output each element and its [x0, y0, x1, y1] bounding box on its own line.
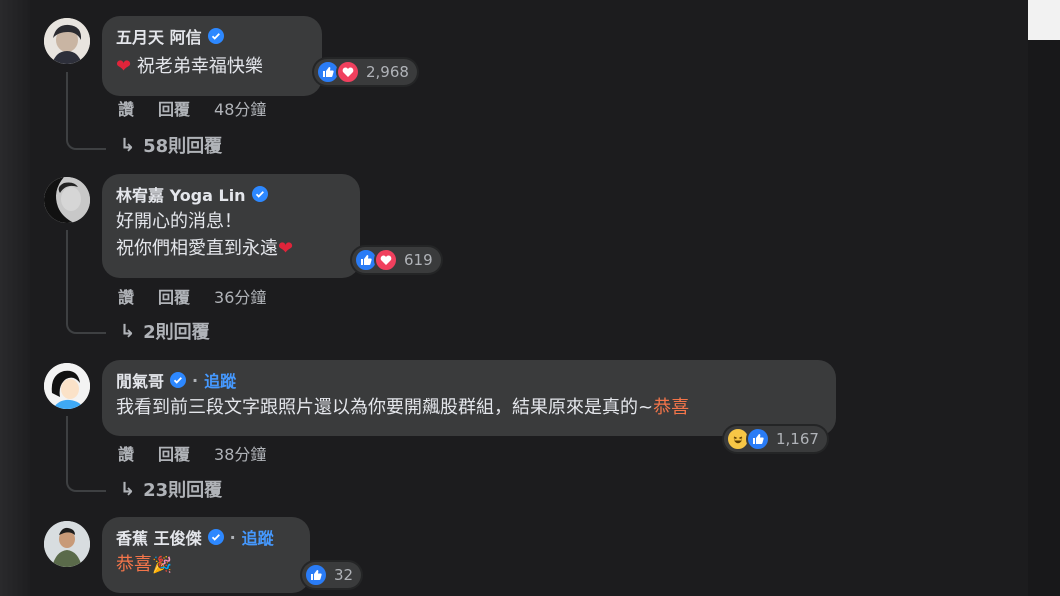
- like-button[interactable]: 讚: [118, 96, 134, 120]
- verified-badge-icon: [251, 186, 268, 202]
- reaction-summary[interactable]: 2,968: [314, 59, 417, 85]
- reaction-count: 1,167: [776, 430, 819, 448]
- reaction-summary[interactable]: 32: [302, 562, 362, 588]
- author-name[interactable]: 林宥嘉 Yoga Lin: [116, 182, 246, 206]
- replies-label: 58則回覆: [143, 136, 223, 157]
- reply-button[interactable]: 回覆: [158, 441, 190, 465]
- reaction-count: 2,968: [366, 63, 409, 81]
- like-button[interactable]: 讚: [118, 441, 134, 465]
- comment-bubble: 林宥嘉 Yoga Lin 好開心的消息！ 祝你們相愛直到永遠❤: [102, 174, 360, 278]
- party-popper-emoji-icon: 🎉: [152, 555, 172, 574]
- view-replies-button[interactable]: ↳ 2則回覆: [120, 318, 210, 344]
- avatar[interactable]: [44, 363, 90, 409]
- follow-button[interactable]: 追蹤: [242, 525, 274, 549]
- replies-label: 2則回覆: [143, 322, 210, 343]
- right-edge-top: [1028, 0, 1060, 40]
- reply-arrow-icon: ↳: [120, 478, 136, 500]
- love-reaction-icon: [374, 248, 398, 272]
- reaction-count: 619: [404, 251, 433, 269]
- view-replies-button[interactable]: ↳ 58則回覆: [120, 132, 222, 158]
- thread-line: [66, 416, 106, 492]
- reply-button[interactable]: 回覆: [158, 96, 190, 120]
- verified-badge-icon: [207, 28, 224, 44]
- like-button[interactable]: 讚: [118, 284, 134, 308]
- comment-highlight: 恭喜: [116, 554, 152, 575]
- reply-arrow-icon: ↳: [120, 134, 136, 156]
- author-name[interactable]: 閒氣哥: [116, 368, 164, 392]
- author-name[interactable]: 香蕉 王俊傑: [116, 525, 202, 549]
- timestamp[interactable]: 36分鐘: [214, 284, 266, 308]
- thread-line: [66, 72, 106, 150]
- reaction-summary[interactable]: 619: [352, 247, 441, 273]
- avatar[interactable]: [44, 177, 90, 223]
- comment-actions: 讚 回覆 38分鐘: [118, 441, 290, 465]
- heart-emoji-icon: ❤: [278, 238, 294, 259]
- love-reaction-icon: [336, 60, 360, 84]
- comment-actions: 讚 回覆 36分鐘: [118, 284, 290, 308]
- left-edge: [0, 0, 30, 596]
- thread-line: [66, 230, 106, 334]
- verified-badge-icon: [170, 372, 187, 388]
- heart-emoji-icon: ❤: [116, 56, 132, 77]
- follow-button[interactable]: 追蹤: [204, 368, 236, 392]
- comment-text: 我看到前三段文字跟照片還以為你要開飆股群組，結果原來是真的~: [116, 397, 654, 418]
- separator-dot: ·: [192, 370, 199, 390]
- view-replies-button[interactable]: ↳ 23則回覆: [120, 476, 222, 502]
- comment-bubble: 香蕉 王俊傑 · 追蹤 恭喜🎉: [102, 517, 310, 593]
- right-edge: [1028, 0, 1060, 596]
- timestamp[interactable]: 38分鐘: [214, 441, 266, 465]
- comment-actions: 讚 回覆 48分鐘: [118, 96, 290, 120]
- like-reaction-icon: [304, 563, 328, 587]
- verified-badge-icon: [207, 529, 224, 545]
- comment-text-line: 好開心的消息！: [116, 211, 242, 232]
- avatar[interactable]: [44, 18, 90, 64]
- reply-arrow-icon: ↳: [120, 320, 136, 342]
- reaction-summary[interactable]: 1,167: [724, 426, 827, 452]
- timestamp[interactable]: 48分鐘: [214, 96, 266, 120]
- reply-button[interactable]: 回覆: [158, 284, 190, 308]
- comment-bubble: 閒氣哥 · 追蹤 我看到前三段文字跟照片還以為你要開飆股群組，結果原來是真的~恭…: [102, 360, 836, 436]
- comment-text-line: 祝你們相愛直到永遠: [116, 238, 278, 259]
- comment-text: 祝老弟幸福快樂: [136, 56, 263, 77]
- comment-highlight: 恭喜: [653, 397, 690, 418]
- separator-dot: ·: [229, 527, 236, 547]
- author-name[interactable]: 五月天 阿信: [116, 24, 202, 48]
- reaction-count: 32: [334, 566, 354, 584]
- avatar[interactable]: [44, 521, 90, 567]
- replies-label: 23則回覆: [143, 480, 223, 501]
- like-reaction-icon: [746, 427, 770, 451]
- comment-bubble: 五月天 阿信 ❤ 祝老弟幸福快樂: [102, 16, 322, 96]
